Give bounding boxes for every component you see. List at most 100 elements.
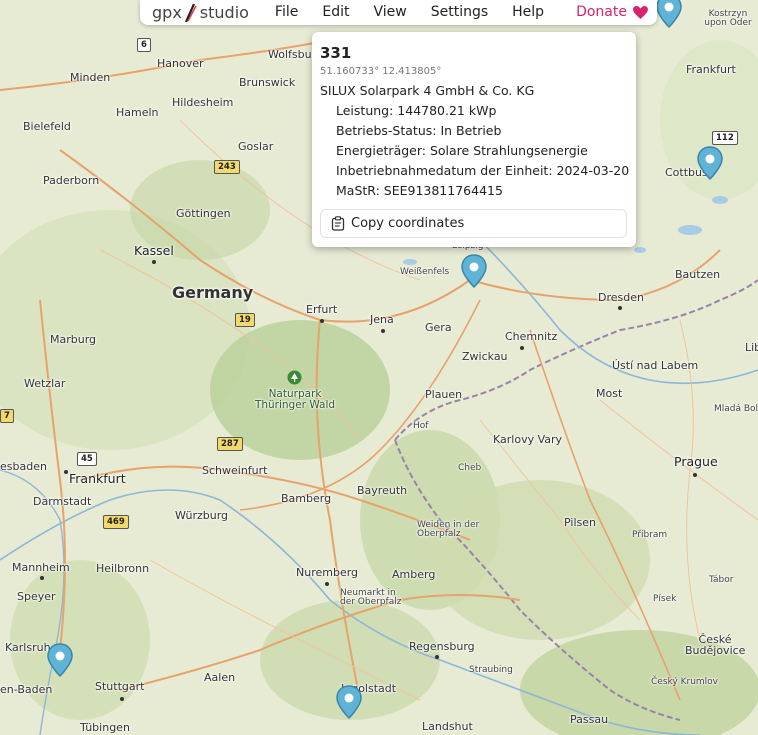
country-label: Germany (172, 283, 254, 302)
place-wiesbaden: esbaden (0, 460, 47, 473)
feature-popup: 331 51.160733° 12.413805° SILUX Solarpar… (312, 32, 636, 247)
logo-text-right: studio (199, 3, 249, 22)
road-shield: 287 (217, 437, 243, 451)
place-budejovice: České Budějovice (685, 633, 746, 657)
place-chemnitz: Chemnitz (505, 330, 558, 343)
place-schweinfurt: Schweinfurt (202, 464, 268, 477)
place-straubing: Straubing (469, 665, 513, 675)
place-hanover: Hanover (157, 57, 204, 70)
place-frankfurt-oder: Frankfurt (686, 63, 736, 76)
place-bamberg: Bamberg (281, 492, 332, 505)
logo-text-left: gpx (152, 3, 182, 22)
place-wurzburg: Würzburg (175, 509, 229, 522)
copy-coordinates-label: Copy coordinates (351, 216, 465, 231)
place-hameln: Hameln (116, 106, 159, 119)
road-shield: 7 (0, 409, 14, 423)
place-mlada: Mladá Bolo (714, 404, 758, 414)
city-dot (381, 329, 385, 333)
place-passau: Passau (570, 713, 609, 726)
map-marker-icon[interactable] (47, 643, 73, 677)
place-hof: Hof (413, 421, 429, 431)
city-dot (152, 260, 156, 264)
place-darmstadt: Darmstadt (33, 495, 92, 508)
place-frankfurt: Frankfurt (69, 471, 126, 486)
place-hildesheim: Hildesheim (172, 96, 234, 109)
place-pilsen: Pilsen (564, 516, 596, 529)
place-bielefeld: Bielefeld (23, 120, 71, 133)
menu-edit[interactable]: Edit (310, 0, 361, 25)
app-logo[interactable]: gpx studio (152, 3, 249, 22)
clipboard-icon (331, 216, 345, 231)
place-jena: Jena (370, 313, 394, 326)
city-dot (435, 655, 439, 659)
city-dot (120, 697, 124, 701)
place-paderborn: Paderborn (43, 174, 100, 187)
city-dot (618, 306, 622, 310)
popup-property: MaStR: SEE913811764415 (336, 183, 503, 198)
place-nuremberg: Nuremberg (296, 566, 359, 579)
place-heilbronn: Heilbronn (96, 562, 150, 575)
place-wolfsburg: Wolfsbur (268, 48, 317, 61)
menu-view[interactable]: View (361, 0, 418, 25)
place-dresden: Dresden (598, 291, 644, 304)
menu-help[interactable]: Help (500, 0, 556, 25)
menu-file[interactable]: File (263, 0, 310, 25)
place-speyer: Speyer (17, 590, 56, 603)
place-karlsruhe: Karlsruh (5, 641, 51, 654)
place-aalen: Aalen (204, 671, 236, 684)
park-icon (287, 370, 302, 385)
heart-icon (633, 6, 648, 19)
donate-button[interactable]: Donate (564, 0, 660, 25)
place-landshut: Landshut (422, 720, 473, 733)
place-gottingen: Göttingen (176, 207, 231, 220)
city-dot (520, 346, 524, 350)
popup-property: Leistung: 144780.21 kWp (336, 103, 497, 118)
copy-coordinates-button[interactable]: Copy coordinates (320, 209, 627, 238)
place-pisek: Písek (653, 594, 677, 604)
place-mannheim: Mannheim (12, 561, 70, 574)
city-dot (64, 470, 68, 474)
map-marker-icon[interactable] (461, 254, 487, 288)
popup-property: Energieträger: Solare Strahlungsenergie (336, 143, 588, 158)
menu-settings[interactable]: Settings (419, 0, 500, 25)
place-goslar: Goslar (238, 140, 274, 153)
place-kostrzyn: Kostrzyn upon Oder (704, 9, 752, 28)
popup-property: Betriebs-Status: In Betrieb (336, 123, 502, 138)
place-baden-baden: en-Baden (0, 683, 53, 696)
popup-title: 331 (320, 44, 352, 62)
place-most: Most (596, 387, 623, 400)
place-karlovy-vary: Karlovy Vary (493, 433, 563, 446)
road-shield: 6 (137, 38, 151, 52)
place-krumlov: Český Krumlov (651, 677, 718, 687)
place-gera: Gera (425, 321, 452, 334)
place-neumarkt: Neumarkt in der Oberpfalz (340, 588, 402, 607)
road-shield: 112 (712, 131, 738, 145)
city-dot (325, 582, 329, 586)
place-stuttgart: Stuttgart (95, 680, 145, 693)
place-bayreuth: Bayreuth (357, 484, 408, 497)
popup-property: Inbetriebnahmedatum der Einheit: 2024-03… (336, 163, 630, 178)
place-zwickau: Zwickau (462, 350, 508, 363)
map-marker-icon[interactable] (697, 146, 723, 180)
place-kassel: Kassel (134, 243, 174, 258)
popup-coordinates: 51.160733° 12.413805° (320, 66, 442, 77)
place-tubingen: Tübingen (80, 721, 130, 734)
logo-bolt-icon (184, 3, 197, 22)
place-usti: Ústí nad Labem (612, 359, 699, 372)
place-tabor: Tábor (709, 575, 734, 585)
place-brunswick: Brunswick (239, 76, 296, 89)
city-dot (320, 319, 324, 323)
road-shield: 469 (103, 515, 129, 529)
road-shield: 243 (214, 160, 240, 174)
road-shield: 45 (77, 452, 97, 466)
place-plauen: Plauen (425, 388, 463, 401)
place-bautzen: Bautzen (675, 268, 721, 281)
road-shield: 19 (235, 313, 255, 327)
place-pribram: Příbram (632, 530, 668, 540)
menu-bar: gpx studio File Edit View Settings Help … (140, 0, 657, 25)
donate-label: Donate (576, 4, 627, 20)
map-marker-icon[interactable] (336, 685, 362, 719)
place-minden: Minden (70, 71, 111, 84)
place-wetzlar: Wetzlar (24, 377, 66, 390)
place-prague: Prague (674, 454, 718, 469)
